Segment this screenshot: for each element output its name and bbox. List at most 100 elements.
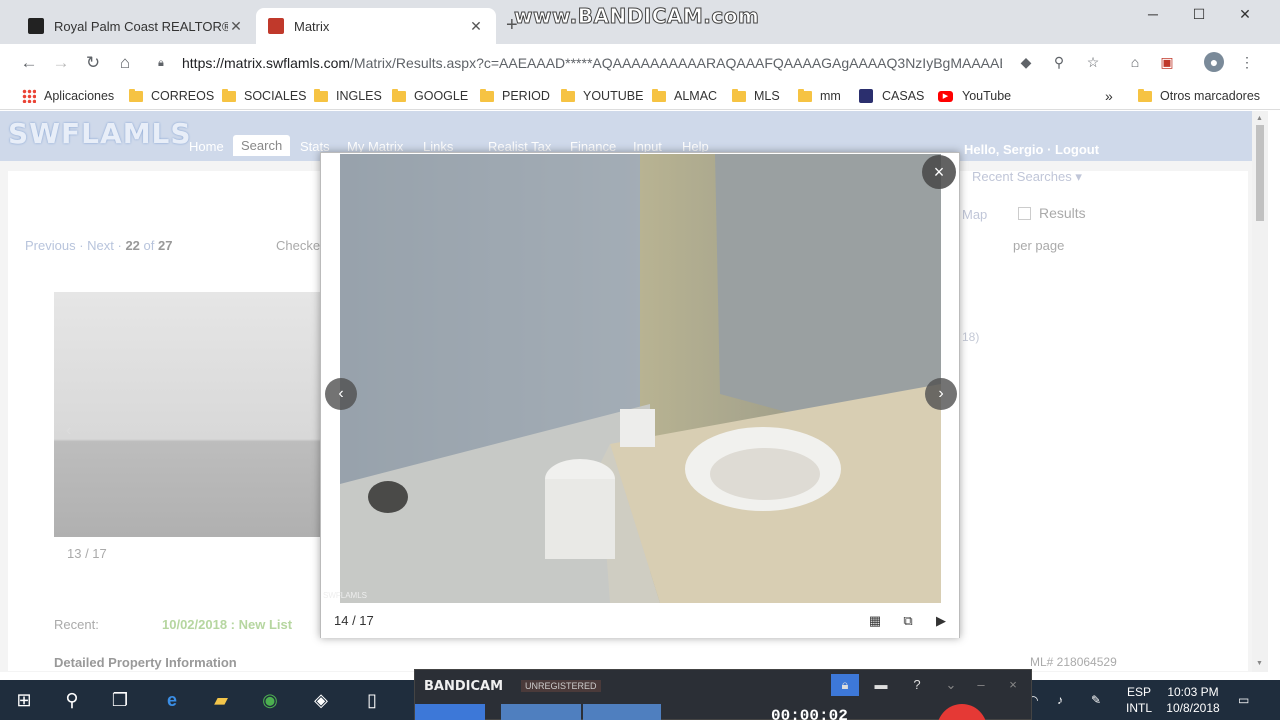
forward-icon[interactable]: → (50, 52, 72, 74)
bookmark-casas[interactable]: CASAS (859, 86, 924, 106)
back-icon[interactable]: ← (18, 52, 40, 74)
nav-search[interactable]: Search (233, 135, 291, 156)
folder-icon (129, 88, 143, 102)
mode-tab-game[interactable] (501, 704, 581, 720)
tab-matrix[interactable]: Matrix ✕ (256, 8, 496, 44)
edge-icon[interactable]: e (160, 688, 184, 712)
lock-icon[interactable]: 🔒︎ (831, 674, 859, 696)
scroll-up-icon[interactable]: ▲ (1256, 115, 1263, 122)
results-checkbox[interactable] (1018, 206, 1031, 220)
bookmark-label: INGLES (336, 89, 382, 103)
pocket-icon[interactable]: ▣ (1157, 52, 1177, 72)
search-icon[interactable]: ⚲ (60, 688, 84, 712)
previous-link[interactable]: Previous (25, 238, 76, 253)
profile-avatar[interactable]: ● (1204, 52, 1224, 72)
bookmark-label: SOCIALES (244, 89, 307, 103)
bookmark-folder[interactable]: mm (798, 86, 841, 106)
bookmark-label: ALMAC (674, 89, 718, 103)
folder-icon (652, 88, 666, 102)
address-bar[interactable]: 🔒︎ https://matrix.swflamls.com/Matrix/Re… (150, 49, 1110, 77)
volume-icon[interactable]: ♪ (1057, 692, 1063, 708)
mls-number: ML# 218064529 (1030, 655, 1117, 669)
bookmark-youtube[interactable]: ▶ YouTube (938, 86, 1011, 106)
next-photo-icon[interactable]: › (925, 378, 957, 410)
tab-close-icon[interactable]: ✕ (468, 18, 484, 35)
compact-icon[interactable]: ⌄ (937, 674, 965, 696)
play-slideshow-icon[interactable]: ▶ (932, 612, 950, 630)
notifications-icon[interactable]: ▭ (1238, 692, 1249, 708)
scroll-down-icon[interactable]: ▼ (1256, 660, 1263, 667)
close-button[interactable]: × (999, 674, 1027, 696)
minimize-button[interactable]: – (967, 674, 995, 696)
pen-icon[interactable]: ✎ (1091, 692, 1101, 708)
bookmark-label: GOOGLE (414, 89, 469, 103)
grid-view-icon[interactable]: ▦ (866, 612, 884, 630)
chrome-icon[interactable]: ◉ (258, 688, 282, 712)
bookmark-folder[interactable]: GOOGLE (392, 86, 468, 106)
close-lightbox-icon[interactable]: × (922, 155, 956, 189)
maximize-window-icon[interactable]: ☐ (1176, 6, 1222, 23)
youtube-icon: ▶ (938, 90, 953, 102)
phone-app-icon[interactable]: ▯ (360, 688, 384, 712)
result-pager: Previous · Next · 22 of 27 (25, 238, 173, 253)
folder-icon (732, 88, 746, 102)
tab-favicon (268, 18, 284, 34)
clock[interactable]: 10:03 PM 10/8/2018 (1160, 684, 1226, 716)
mode-tab-device[interactable] (583, 704, 661, 720)
scroll-thumb[interactable] (1256, 125, 1264, 221)
side-count: 18) (962, 330, 980, 344)
pager-total: 27 (158, 238, 173, 253)
clock-date: 10/8/2018 (1166, 701, 1220, 715)
tab-title: Royal Palm Coast REALTOR® Ass (54, 18, 228, 34)
listing-photo[interactable]: ‹ (54, 292, 320, 537)
record-button[interactable] (937, 704, 987, 720)
results-toggle[interactable]: Results (1018, 205, 1086, 221)
app-icon[interactable]: ◈ (309, 688, 333, 712)
url-text[interactable]: https://matrix.swflamls.com/Matrix/Resul… (182, 55, 1002, 71)
photo-prev-icon[interactable]: ‹ (66, 422, 71, 440)
tab-royal-palm[interactable]: Royal Palm Coast REALTOR® Ass ✕ (16, 8, 256, 44)
bookmark-folder[interactable]: ALMAC (652, 86, 717, 106)
tab-close-icon[interactable]: ✕ (228, 18, 244, 35)
bookmark-apps[interactable]: Aplicaciones (22, 86, 114, 106)
zoom-icon[interactable]: ⚲ (1049, 52, 1069, 72)
fullscreen-icon[interactable]: ⧉ (899, 612, 917, 630)
start-icon[interactable]: ⊞ (12, 688, 36, 712)
menu-icon[interactable]: ⋮ (1237, 52, 1257, 72)
recording-timer: 00:00:02 (771, 707, 848, 720)
home-extension-icon[interactable]: ⌂ (1125, 52, 1145, 72)
bookmark-star-icon[interactable]: ☆ (1083, 52, 1103, 72)
mode-tab-screen[interactable] (415, 704, 485, 720)
close-window-icon[interactable]: ✕ (1222, 6, 1268, 23)
recent-searches-dropdown[interactable]: Recent Searches ▾ (972, 169, 1082, 185)
previous-photo-icon[interactable]: ‹ (325, 378, 357, 410)
reload-icon[interactable]: ↻ (82, 52, 104, 74)
minimize-window-icon[interactable]: ─ (1130, 6, 1176, 22)
page-scrollbar[interactable]: ▲ ▼ (1252, 111, 1268, 672)
folder-icon (392, 88, 406, 102)
bookmark-folder[interactable]: CORREOS (129, 86, 214, 106)
bookmark-folder[interactable]: SOCIALES (222, 86, 307, 106)
extension-icon[interactable]: ◆ (1016, 52, 1036, 72)
map-button[interactable]: Map (962, 207, 987, 222)
bookmark-folder[interactable]: YOUTUBE (561, 86, 643, 106)
next-link[interactable]: Next (87, 238, 114, 253)
file-explorer-icon[interactable]: ▰ (209, 688, 233, 712)
more-bookmarks-icon[interactable]: » (1105, 86, 1113, 106)
recent-value[interactable]: 10/02/2018 : New List (162, 617, 292, 632)
swflamls-logo[interactable]: SWFLAMLS (8, 117, 192, 150)
task-view-icon[interactable]: ❐ (108, 688, 132, 712)
nav-home[interactable]: Home (189, 139, 224, 154)
help-button[interactable]: ? (903, 674, 931, 696)
other-bookmarks[interactable]: Otros marcadores (1138, 86, 1260, 106)
bookmark-folder[interactable]: PERIOD (480, 86, 550, 106)
folder-icon[interactable]: ▬ (867, 674, 895, 696)
bookmark-label: CORREOS (151, 89, 215, 103)
lock-icon: 🔒︎ (158, 56, 164, 69)
bookmark-label: Otros marcadores (1160, 89, 1261, 103)
bookmark-folder[interactable]: INGLES (314, 86, 382, 106)
bookmark-folder[interactable]: MLS (732, 86, 780, 106)
input-language[interactable]: ESP INTL (1122, 684, 1156, 716)
home-icon[interactable]: ⌂ (114, 52, 136, 74)
user-greeting[interactable]: Hello, Sergio · Logout (964, 142, 1099, 157)
